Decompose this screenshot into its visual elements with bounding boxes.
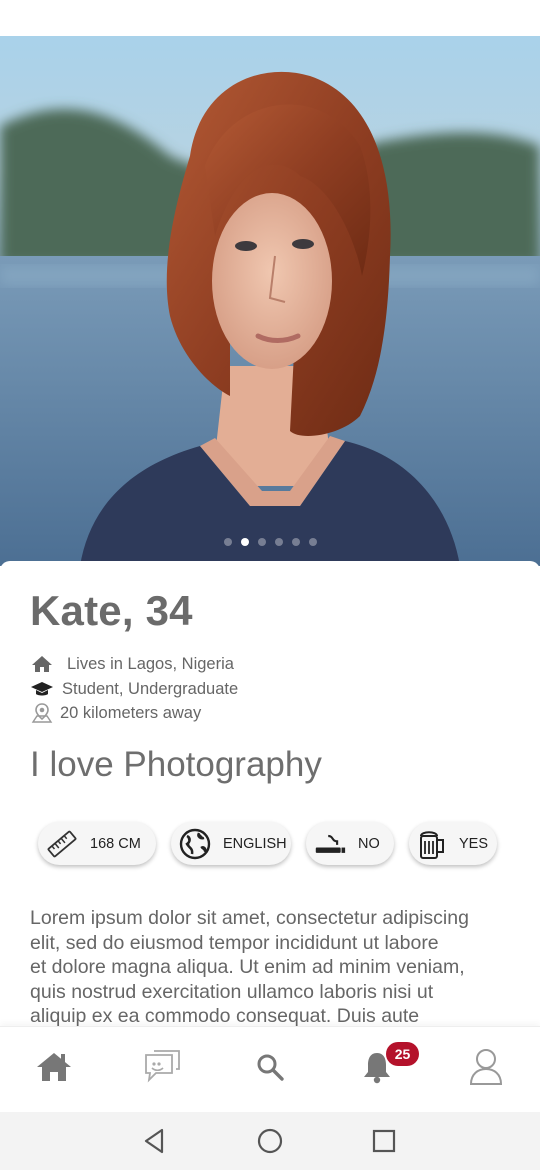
drinking-chip[interactable]: YES — [409, 822, 497, 865]
location-text: Lives in Lagos, Nigeria — [67, 654, 234, 673]
status-bar — [0, 0, 540, 36]
drinking-value: YES — [459, 835, 489, 852]
photo-pagination[interactable] — [0, 536, 540, 548]
chat-icon — [145, 1050, 180, 1083]
profile-tagline: I love Photography — [30, 745, 322, 784]
system-back-button[interactable] — [140, 1126, 170, 1156]
system-recents-button[interactable] — [369, 1126, 399, 1156]
language-value: ENGLISH — [223, 835, 287, 852]
back-triangle-icon — [144, 1128, 164, 1154]
map-pin-icon — [30, 703, 54, 723]
ruler-icon — [46, 828, 78, 860]
bottom-navigation: 25 — [0, 1026, 540, 1112]
beer-mug-icon — [417, 828, 447, 860]
nav-search-button[interactable] — [248, 1045, 292, 1089]
nav-chat-button[interactable] — [140, 1045, 184, 1089]
pagination-dot[interactable] — [308, 538, 317, 546]
profile-card: Kate, 34 Lives in Lagos, Nigeria Student… — [0, 561, 540, 1031]
distance-row: 20 kilometers away — [30, 703, 201, 723]
pagination-dot[interactable] — [291, 538, 300, 546]
profile-photo[interactable] — [0, 36, 540, 566]
recents-square-icon — [372, 1129, 396, 1153]
language-chip[interactable]: ENGLISH — [171, 822, 291, 865]
profile-bio: Lorem ipsum dolor sit amet, consectetur … — [30, 907, 469, 1028]
home-circle-icon — [257, 1128, 283, 1154]
smoking-chip[interactable]: NO — [306, 822, 394, 865]
search-icon — [257, 1054, 284, 1081]
nav-profile-button[interactable] — [464, 1045, 508, 1089]
location-row: Lives in Lagos, Nigeria — [30, 654, 234, 674]
home-icon — [30, 654, 54, 674]
smoking-icon — [314, 828, 346, 860]
pagination-dot[interactable] — [274, 538, 283, 546]
profile-icon — [469, 1049, 503, 1085]
education-row: Student, Undergraduate — [30, 679, 238, 699]
pagination-dot-active[interactable] — [240, 538, 249, 546]
graduation-cap-icon — [30, 679, 54, 699]
globe-icon — [179, 828, 211, 860]
pagination-dot[interactable] — [223, 538, 232, 546]
attribute-chips: 168 CM ENGLISH NO YES — [38, 822, 497, 865]
height-chip[interactable]: 168 CM — [38, 822, 156, 865]
profile-name-age: Kate, 34 — [30, 587, 193, 634]
system-home-button[interactable] — [255, 1126, 285, 1156]
distance-text: 20 kilometers away — [60, 703, 202, 722]
education-text: Student, Undergraduate — [62, 679, 239, 698]
system-navigation-bar — [0, 1112, 540, 1170]
pagination-dot[interactable] — [257, 538, 266, 546]
notifications-badge: 25 — [386, 1042, 419, 1066]
height-value: 168 CM — [90, 835, 141, 852]
home-icon — [37, 1053, 71, 1081]
nav-home-button[interactable] — [32, 1045, 76, 1089]
smoking-value: NO — [358, 835, 380, 852]
